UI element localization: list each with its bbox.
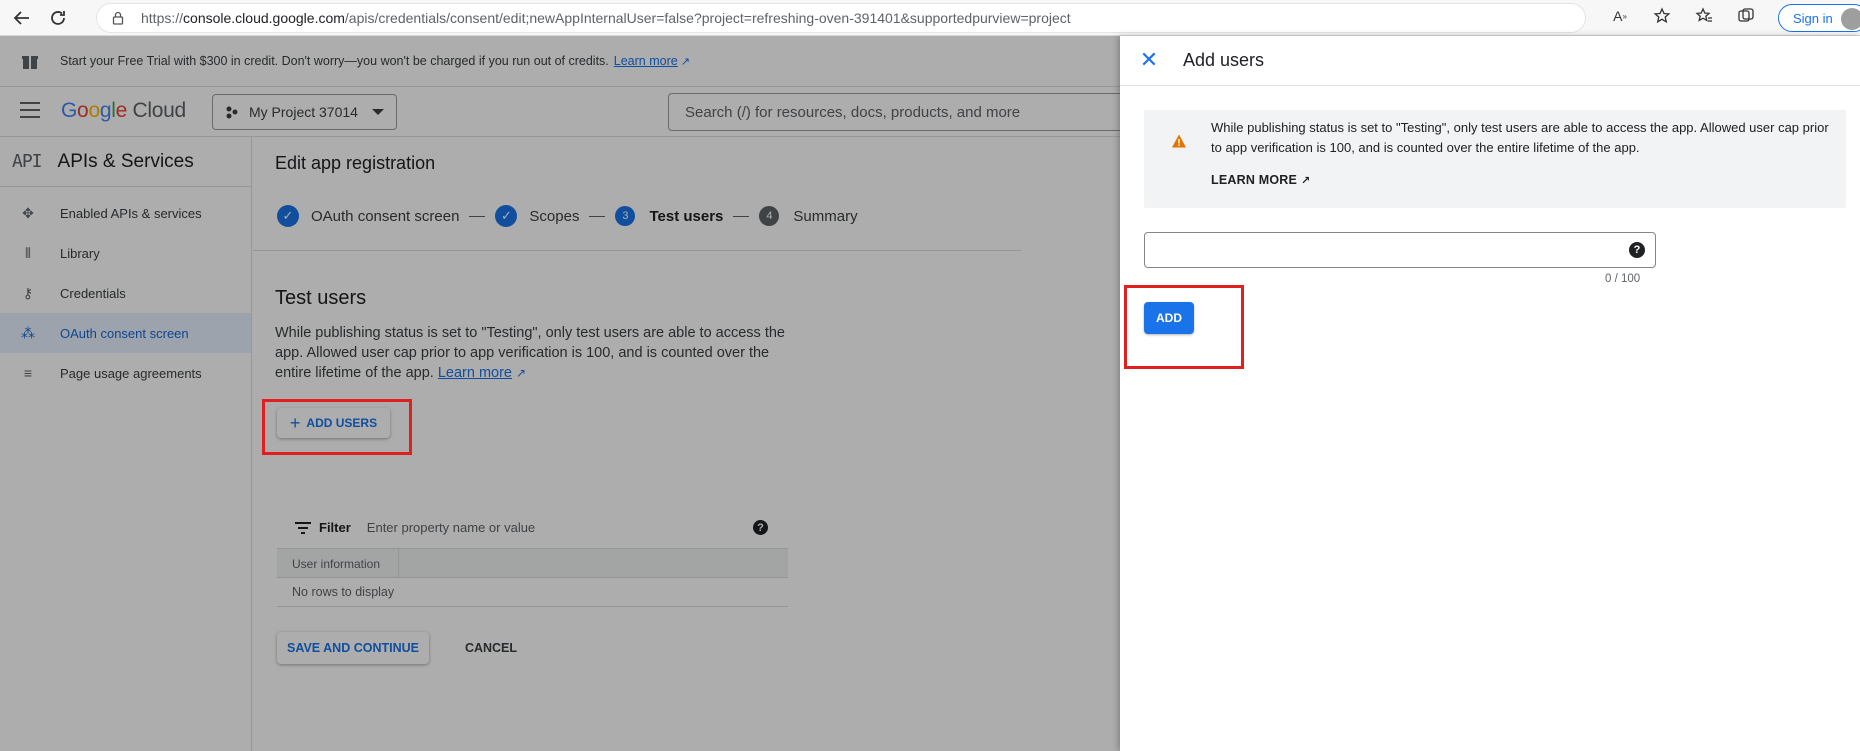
url-host: console.cloud.google.com <box>183 10 345 26</box>
warning-icon <box>1172 134 1186 148</box>
avatar <box>1841 8 1860 30</box>
notice-text: While publishing status is set to "Testi… <box>1211 120 1829 155</box>
reload-icon[interactable] <box>46 6 70 30</box>
sign-in-label: Sign in <box>1793 10 1833 26</box>
browser-toolbar: https://console.cloud.google.com/apis/cr… <box>0 0 1860 36</box>
user-email-input[interactable] <box>1145 233 1615 267</box>
close-icon[interactable]: ✕ <box>1138 47 1160 72</box>
character-counter: 0 / 100 <box>1605 273 1641 285</box>
read-aloud-icon[interactable]: A» <box>1610 6 1630 26</box>
lock-icon <box>112 11 124 25</box>
testing-notice: While publishing status is set to "Testi… <box>1144 110 1846 208</box>
highlight-box <box>1124 285 1244 369</box>
favorites-icon[interactable] <box>1694 6 1714 26</box>
help-icon[interactable]: ? <box>1629 242 1645 258</box>
sign-in-button[interactable]: Sign in <box>1778 4 1860 32</box>
address-bar[interactable]: https://console.cloud.google.com/apis/cr… <box>96 3 1586 33</box>
external-link-icon: ↗ <box>1301 174 1311 187</box>
modal-scrim[interactable] <box>0 36 1120 751</box>
learn-more-label: LEARN MORE <box>1211 173 1298 187</box>
user-email-field[interactable]: ? <box>1144 232 1656 268</box>
learn-more-link[interactable]: LEARN MORE ↗ <box>1211 173 1310 187</box>
drawer-title: Add users <box>1183 50 1265 70</box>
highlight-box <box>262 399 412 455</box>
add-users-drawer: ✕ Add users While publishing status is s… <box>1120 36 1860 751</box>
drawer-header: ✕ Add users <box>1120 36 1860 86</box>
back-icon[interactable] <box>10 6 34 30</box>
url-path: /apis/credentials/consent/edit;newAppInt… <box>344 10 1071 26</box>
collections-icon[interactable] <box>1736 6 1756 26</box>
add-favorite-icon[interactable] <box>1652 6 1672 26</box>
url-prefix: https:// <box>141 10 184 26</box>
